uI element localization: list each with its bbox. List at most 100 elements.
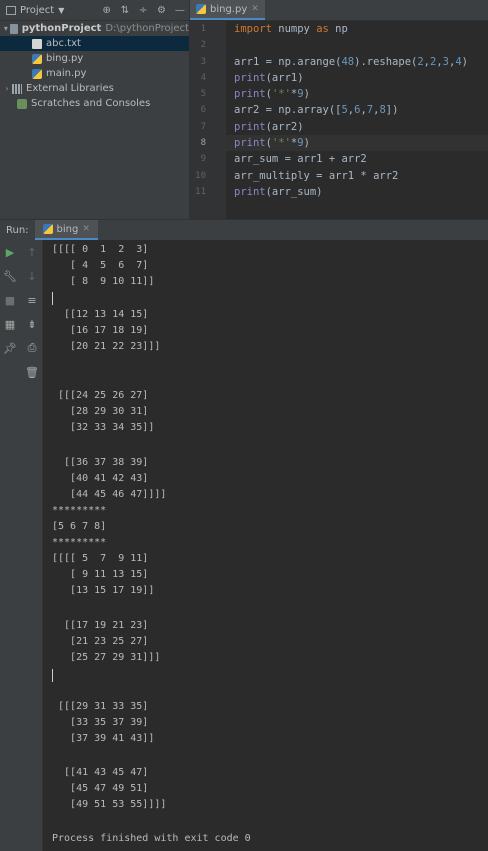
chevron-right-icon[interactable]: › bbox=[2, 81, 12, 96]
tab-bing-py[interactable]: bing.py ✕ bbox=[190, 0, 265, 20]
editor: bing.py ✕ 1 2 3 4 5 6 7 8 9 10 11 import… bbox=[189, 0, 488, 219]
tree-item-label: pythonProject bbox=[21, 23, 102, 34]
project-title: Project bbox=[20, 4, 55, 16]
project-view-selector[interactable]: Project ▼ bbox=[0, 5, 98, 16]
code-line[interactable]: arr2 = np.array([5,6,7,8]) bbox=[234, 102, 488, 118]
code-line[interactable]: print(arr2) bbox=[234, 119, 488, 135]
up-arrow-icon[interactable]: ↑ bbox=[22, 240, 42, 264]
layout-icon[interactable]: ▦ bbox=[0, 312, 20, 336]
output-line: ********* bbox=[52, 537, 107, 548]
tree-item-label: Scratches and Consoles bbox=[31, 98, 151, 109]
tree-item-scratches[interactable]: Scratches and Consoles bbox=[0, 96, 189, 111]
tree-item-bing-py[interactable]: bing.py bbox=[0, 51, 189, 66]
output-line: [28 29 30 31] bbox=[52, 406, 149, 417]
code-line[interactable] bbox=[234, 37, 488, 53]
locate-icon[interactable]: ⊕ bbox=[98, 5, 116, 16]
text-caret bbox=[52, 292, 53, 305]
down-arrow-icon[interactable]: ↓ bbox=[22, 264, 42, 288]
folder-icon bbox=[9, 23, 18, 34]
run-tab-label: bing bbox=[56, 223, 79, 235]
scroll-to-end-icon[interactable]: ⇟ bbox=[22, 312, 42, 336]
line-number: 5 bbox=[200, 89, 206, 100]
line-number: 6 bbox=[200, 105, 206, 116]
code-line[interactable]: print('*'*9) bbox=[234, 86, 488, 102]
tree-item-external-libraries[interactable]: › External Libraries bbox=[0, 81, 189, 96]
print-icon[interactable]: ⎙ bbox=[22, 336, 42, 360]
line-number: 9 bbox=[200, 154, 206, 165]
output-line: ********* bbox=[52, 505, 107, 516]
editor-tabs: bing.py ✕ bbox=[190, 0, 488, 21]
hide-icon[interactable]: — bbox=[171, 5, 189, 16]
code-line[interactable]: print(arr_sum) bbox=[234, 184, 488, 200]
text-caret bbox=[52, 669, 53, 682]
output-line: [[[[ 0 1 2 3] bbox=[52, 244, 149, 255]
tree-item-label: External Libraries bbox=[26, 83, 114, 94]
project-toolbar: Project ▼ ⊕ ⇅ ÷ ⚙ — bbox=[0, 0, 189, 21]
run-header: Run: bing ✕ bbox=[0, 219, 488, 240]
output-line: [ 8 9 10 11]] bbox=[52, 276, 155, 287]
output-line: [[17 19 21 23] bbox=[52, 620, 149, 631]
output-line: [49 51 53 55]]]] bbox=[52, 799, 167, 810]
output-line: [16 17 18 19] bbox=[52, 325, 149, 336]
line-number-gutter: 1 2 3 4 5 6 7 8 9 10 11 bbox=[190, 21, 226, 219]
run-toolbar-right: ↑ ↓ ≡ ⇟ ⎙ 🗑︎ bbox=[22, 240, 43, 851]
output-line: [[[24 25 26 27] bbox=[52, 390, 149, 401]
chevron-down-icon[interactable]: ▾ bbox=[2, 21, 10, 36]
output-line: [[12 13 14 15] bbox=[52, 309, 149, 320]
code-line[interactable]: arr_multiply = arr1 * arr2 bbox=[234, 168, 488, 184]
dropdown-arrow-icon: ▼ bbox=[58, 5, 65, 15]
line-number: 3 bbox=[200, 56, 206, 67]
project-path: D:\pythonProject bbox=[105, 23, 189, 34]
output-line: [[36 37 38 39] bbox=[52, 457, 149, 468]
close-icon[interactable]: ✕ bbox=[251, 4, 259, 14]
stop-icon[interactable]: ■ bbox=[0, 288, 20, 312]
code-area[interactable]: import numpy as np arr1 = np.arange(48).… bbox=[226, 21, 488, 200]
project-tree: ▾ pythonProject D:\pythonProject abc.txt… bbox=[0, 21, 189, 111]
line-number: 8 bbox=[200, 138, 206, 149]
tab-label: bing.py bbox=[210, 3, 248, 15]
collapse-all-icon[interactable]: ÷ bbox=[134, 5, 152, 16]
output-line: [20 21 22 23]]] bbox=[52, 341, 161, 352]
python-file-icon bbox=[42, 224, 53, 234]
output-line: [5 6 7 8] bbox=[52, 521, 107, 532]
close-icon[interactable]: ✕ bbox=[82, 224, 90, 234]
line-number: 7 bbox=[200, 121, 206, 132]
line-number: 1 bbox=[200, 24, 206, 34]
line-number: 4 bbox=[200, 72, 206, 83]
output-line: [13 15 17 19]] bbox=[52, 585, 155, 596]
tree-item-main-py[interactable]: main.py bbox=[0, 66, 189, 81]
exit-message: Process finished with exit code 0 bbox=[52, 833, 251, 844]
code-line[interactable]: import numpy as np bbox=[234, 21, 488, 37]
wrench-icon[interactable]: 🔧︎ bbox=[0, 264, 20, 288]
rerun-icon[interactable]: ▶ bbox=[0, 240, 20, 264]
line-number: 10 bbox=[195, 170, 206, 181]
console-output[interactable]: [[[[ 0 1 2 3] [ 4 5 6 7] [ 8 9 10 11]] [… bbox=[43, 240, 488, 851]
pin-icon[interactable]: 📌︎ bbox=[0, 336, 20, 360]
output-line: [ 9 11 13 15] bbox=[52, 569, 149, 580]
gear-icon[interactable]: ⚙ bbox=[152, 5, 170, 16]
tree-item-label: abc.txt bbox=[46, 38, 81, 49]
output-line: [40 41 42 43] bbox=[52, 473, 149, 484]
library-icon bbox=[12, 83, 22, 94]
output-line: [[41 43 45 47] bbox=[52, 767, 149, 778]
run-label: Run: bbox=[6, 224, 29, 236]
python-file-icon bbox=[196, 4, 206, 14]
line-number: 11 bbox=[195, 186, 206, 197]
code-line[interactable]: arr1 = np.arange(48).reshape(2,2,3,4) bbox=[234, 54, 488, 70]
output-line: [45 47 49 51] bbox=[52, 783, 149, 794]
python-file-icon bbox=[32, 68, 42, 79]
code-line-current[interactable]: print('*'*9) bbox=[226, 135, 488, 152]
tree-item-abc-txt[interactable]: abc.txt bbox=[0, 36, 189, 51]
code-line[interactable]: arr_sum = arr1 + arr2 bbox=[234, 151, 488, 167]
tree-item-label: main.py bbox=[46, 68, 87, 79]
output-line: [33 35 37 39] bbox=[52, 717, 149, 728]
code-line[interactable]: print(arr1) bbox=[234, 70, 488, 86]
output-line: [37 39 41 43]] bbox=[52, 733, 155, 744]
trash-icon[interactable]: 🗑︎ bbox=[22, 360, 42, 384]
line-number: 2 bbox=[200, 40, 206, 51]
expand-all-icon[interactable]: ⇅ bbox=[116, 5, 134, 16]
soft-wrap-icon[interactable]: ≡ bbox=[22, 288, 42, 312]
python-file-icon bbox=[32, 53, 42, 64]
run-tab-bing[interactable]: bing ✕ bbox=[34, 220, 98, 240]
tree-item-pythonproject[interactable]: ▾ pythonProject D:\pythonProject bbox=[0, 21, 189, 36]
